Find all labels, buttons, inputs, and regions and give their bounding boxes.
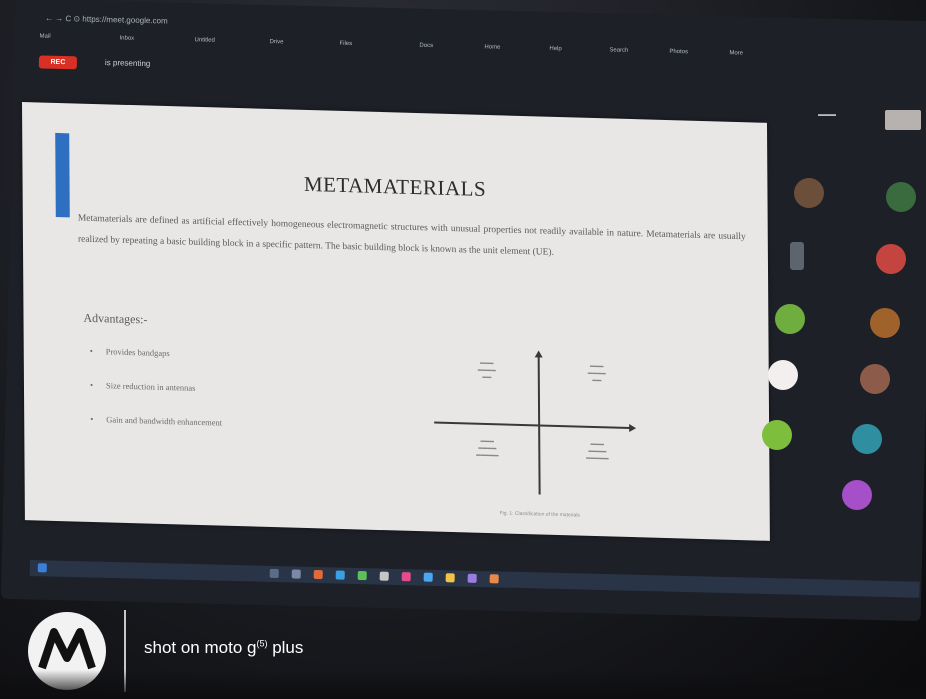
taskbar-app-icon[interactable] xyxy=(401,572,411,582)
advantages-heading: Advantages:- xyxy=(83,310,148,327)
address-text[interactable]: ← → C ⊙ https://meet.google.com xyxy=(45,14,168,26)
participant-avatar[interactable] xyxy=(852,424,882,454)
bullet-icon: • xyxy=(89,345,93,356)
bullet-text: Gain and bandwidth enhancement xyxy=(106,414,223,428)
quadrant-diagram: ▬▬▬ ▬▬▬▬ ▬▬ ▬▬▬ ▬▬▬▬ ▬▬ ▬▬▬ ▬▬▬▬ ▬▬▬▬▬ ▬▬▬ ▬▬▬▬… xyxy=(434,354,641,510)
quadrant-block: ▬▬▬ ▬▬▬▬ ▬▬ xyxy=(587,362,606,383)
camera-watermark: shot on moto g(5) plus xyxy=(144,638,303,658)
bullet-icon: • xyxy=(90,413,94,425)
bookmark-item[interactable]: Search xyxy=(609,47,628,53)
bookmark-item[interactable]: More xyxy=(729,50,743,56)
participant-label-text: ▬▬▬ xyxy=(818,112,836,118)
bookmark-item[interactable]: Home xyxy=(484,44,500,50)
horizontal-axis xyxy=(434,421,631,429)
participant-avatar[interactable] xyxy=(842,480,872,510)
participant-avatar[interactable] xyxy=(762,420,792,450)
advantages-list: • Provides bandgaps • Size reduction in … xyxy=(84,346,222,448)
bookmark-item[interactable]: Untitled xyxy=(194,37,214,43)
diagram-caption: Fig. 1: Classification of the materials xyxy=(499,510,580,519)
participant-avatar[interactable] xyxy=(886,182,916,212)
taskbar-app-icon[interactable] xyxy=(291,569,301,579)
bookmark-item[interactable]: Inbox xyxy=(119,35,134,41)
taskbar-app-icon[interactable] xyxy=(357,571,367,581)
bullet-icon: • xyxy=(89,379,94,390)
participant-avatar[interactable] xyxy=(870,308,900,338)
bullet-text: Provides bandgaps xyxy=(105,346,170,359)
slide-title: METAMATERIALS xyxy=(303,171,487,201)
participant-avatar[interactable] xyxy=(794,178,824,208)
participant-avatar[interactable] xyxy=(768,360,798,390)
quadrant-block: ▬▬▬ ▬▬▬▬ ▬▬▬▬▬ xyxy=(476,437,499,458)
bookmark-item[interactable]: Docs xyxy=(419,43,433,49)
start-icon[interactable] xyxy=(37,563,47,573)
participant-avatar[interactable] xyxy=(860,364,890,394)
taskbar-app-icon[interactable] xyxy=(467,573,477,583)
participant-avatar[interactable] xyxy=(775,304,805,334)
watermark-sup: (5) xyxy=(256,638,268,649)
taskbar-app-icon[interactable] xyxy=(379,571,389,581)
watermark-text: shot on moto g xyxy=(144,638,257,657)
taskbar-app-icon[interactable] xyxy=(423,572,433,582)
watermark-suffix: plus xyxy=(267,638,304,657)
presenting-label: is presenting xyxy=(104,58,151,69)
bookmark-item[interactable]: Files xyxy=(339,41,352,47)
participant-avatar[interactable] xyxy=(790,242,804,270)
taskbar-app-icon[interactable] xyxy=(335,570,345,580)
taskbar-app-icon[interactable] xyxy=(313,569,323,580)
recording-badge: REC xyxy=(38,55,78,70)
bookmark-item[interactable]: Photos xyxy=(669,49,688,55)
taskbar-app-icon[interactable] xyxy=(445,573,455,583)
bookmark-item[interactable]: Help xyxy=(549,46,561,52)
presentation-slide: METAMATERIALS Metamaterials are defined … xyxy=(22,102,770,541)
taskbar-app-icon[interactable] xyxy=(269,568,279,579)
bookmark-item[interactable]: Drive xyxy=(269,39,283,45)
bullet-text: Size reduction in antennas xyxy=(105,380,196,393)
self-view-thumbnail[interactable] xyxy=(885,110,921,130)
keyboard-edge xyxy=(0,670,926,699)
quadrant-block: ▬▬▬ ▬▬▬▬ ▬▬▬▬▬ xyxy=(586,440,609,461)
taskbar-app-icon[interactable] xyxy=(489,574,499,584)
slide-paragraph: Metamaterials are defined as artificial … xyxy=(77,213,746,258)
bookmark-item[interactable]: Mail xyxy=(39,33,50,39)
participant-avatar[interactable] xyxy=(876,244,906,274)
meet-presenting-bar: REC is presenting xyxy=(38,55,439,79)
quadrant-block: ▬▬▬ ▬▬▬▬ ▬▬ xyxy=(477,359,496,380)
